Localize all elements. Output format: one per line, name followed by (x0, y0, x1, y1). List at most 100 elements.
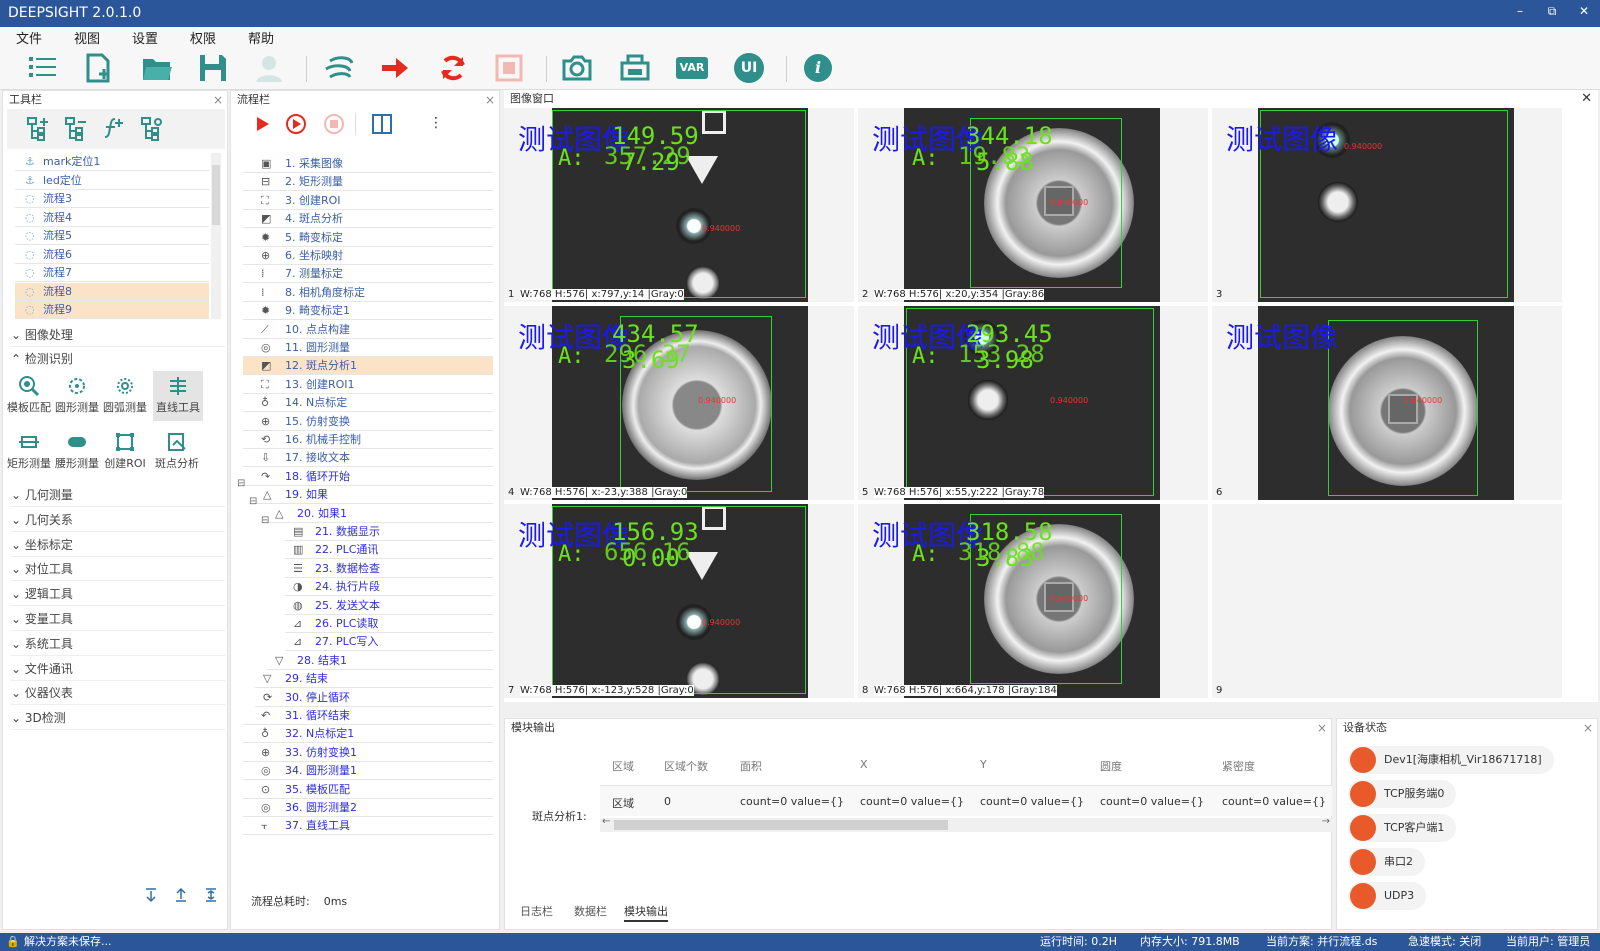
stop-icon[interactable] (492, 51, 526, 85)
flow-item[interactable]: ⁞ 7. 测量标定 (243, 265, 493, 284)
flow-item[interactable]: ↶ 31. 循环结束 (243, 707, 493, 725)
list-item[interactable]: ⚓ mark定位1 (15, 153, 209, 171)
section-item[interactable]: ⌄ 3D检测 (11, 706, 225, 731)
flow-item[interactable]: ⊙ 35. 模板匹配 (243, 780, 493, 799)
list-item[interactable]: ◌ 流程4 (15, 208, 209, 227)
flow-item[interactable]: ⇩ 17. 接收文本 (243, 449, 493, 468)
var-icon[interactable]: VAR (676, 57, 708, 79)
save-icon[interactable] (196, 51, 230, 85)
run-arrow-icon[interactable] (378, 51, 412, 85)
image-cell[interactable]: 0.940000 测试图像 6 (1212, 306, 1562, 500)
flow-item[interactable]: ☰ 23. 数据检查 (285, 559, 493, 578)
list-item[interactable]: ◌ 流程6 (15, 245, 209, 264)
flow-item[interactable]: ⟋ 10. 点点构建 (243, 320, 493, 339)
menu-file[interactable]: 文件 (16, 28, 42, 47)
flow-item[interactable]: ⟲ 16. 机械手控制 (243, 431, 493, 449)
flow-close-icon[interactable]: × (485, 91, 495, 109)
flow-item[interactable]: ◍ 25. 发送文本 (285, 596, 493, 615)
device-status-close-icon[interactable]: × (1583, 719, 1593, 737)
flow-item[interactable]: ◩ 12. 斑点分析1 (243, 357, 493, 376)
run-once-icon[interactable] (253, 115, 271, 133)
flow-item[interactable]: ⫟ 37. 直线工具 (243, 817, 493, 836)
tool-arc-measure[interactable]: 圆弧测量 (101, 371, 149, 421)
flow-item[interactable]: ⊟ 2. 矩形测量 (243, 173, 493, 192)
toolbox-close-icon[interactable]: × (213, 91, 223, 109)
user-icon[interactable] (252, 51, 286, 85)
section-image-processing[interactable]: ⌄ 图像处理 (11, 323, 225, 347)
move-down-icon[interactable] (143, 887, 159, 903)
settings-flow-icon[interactable] (139, 115, 165, 141)
collapse-icon[interactable]: ⊟ (237, 478, 245, 489)
tool-circle-measure[interactable]: 圆形测量 (53, 371, 101, 421)
column-header[interactable]: 面积 (740, 758, 762, 774)
section-item[interactable]: ⌄ 几何关系 (11, 508, 225, 532)
collapse-icon[interactable]: ⊟ (249, 496, 257, 507)
list-item[interactable]: ◌ 流程5 (15, 227, 209, 245)
device-item[interactable]: Dev1[海康相机_Vir18671718] (1348, 746, 1554, 774)
refresh-icon[interactable] (436, 51, 470, 85)
device-item[interactable]: UDP3 (1348, 882, 1427, 910)
close-button[interactable]: ✕ (1570, 4, 1598, 24)
column-header[interactable]: Y (980, 758, 987, 771)
flow-item[interactable]: ✹ 5. 畸变标定 (243, 228, 493, 247)
flow-item[interactable]: ▥ 22. PLC通讯 (285, 541, 493, 560)
image-cell[interactable]: 0.940000 测试图像 A: 318.58 318.88 3.83 W:768 H:57… (858, 504, 1208, 698)
column-header[interactable]: 紧密度 (1222, 758, 1255, 774)
list-item[interactable]: ◌ 流程7 (15, 264, 209, 282)
column-header[interactable]: 圆度 (1100, 758, 1122, 774)
flow-item[interactable]: ⊕ 33. 仿射变换1 (243, 743, 493, 762)
list-item[interactable]: ◌ 流程9 (15, 301, 209, 319)
open-folder-icon[interactable] (140, 51, 174, 85)
flow-item[interactable]: ♁ 32. N点标定1 (243, 725, 493, 744)
section-item[interactable]: ⌄ 对位工具 (11, 557, 225, 582)
flow-item[interactable]: ◩ 4. 斑点分析 (243, 210, 493, 229)
menu-permissions[interactable]: 权限 (190, 28, 216, 47)
new-file-icon[interactable] (82, 51, 116, 85)
tool-kidney-measure[interactable]: 腰形测量 (53, 427, 101, 477)
menu-view[interactable]: 视图 (74, 28, 100, 47)
section-item[interactable]: ⌄ 坐标标定 (11, 533, 225, 557)
image-cell[interactable]: 0.940000 测试图像 A: 434.57 296.37 3.69 W:768 H:57… (504, 306, 854, 500)
stop-flow-icon[interactable] (323, 113, 345, 135)
image-cell[interactable]: 9 (1212, 504, 1562, 698)
section-item[interactable]: ⌄ 逻辑工具 (11, 582, 225, 607)
table-h-scrollbar[interactable]: ← → (600, 816, 1332, 832)
section-detection[interactable]: ⌃ 检测识别 (11, 347, 225, 371)
more-options-icon[interactable]: ⋮ (429, 115, 443, 131)
flow-item[interactable]: ⊿ 26. PLC读取 (285, 615, 493, 633)
list-item[interactable]: ◌ 流程3 (15, 190, 209, 208)
image-window-close-icon[interactable]: ✕ (1581, 90, 1592, 108)
flow-item[interactable]: ⊕ 15. 仿射变换 (243, 412, 493, 431)
column-header[interactable]: X (860, 758, 868, 771)
image-cell[interactable]: 0.940000 测试图像 A: 156.93 656.16 0.00 W:768 H:57… (504, 504, 854, 698)
run-continuous-icon[interactable] (322, 51, 356, 85)
flow-item[interactable]: ⁞ 8. 相机角度标定 (243, 283, 493, 302)
image-cell[interactable]: 0.940000 测试图像 A: 149.59 357.29 7.29 W:768 H:57… (504, 108, 854, 302)
info-icon[interactable]: i (804, 54, 832, 82)
device-item[interactable]: TCP客户端1 (1348, 814, 1457, 842)
tool-create-roi[interactable]: 创建ROI (101, 427, 149, 477)
remove-flow-icon[interactable] (63, 115, 89, 141)
flow-item[interactable]: ◎ 11. 圆形测量 (243, 339, 493, 357)
tool-blob-analysis[interactable]: 斑点分析 (153, 427, 201, 477)
flow-item[interactable]: ⊿ 27. PLC写入 (285, 633, 493, 652)
move-up-icon[interactable] (173, 887, 189, 903)
list-item[interactable]: ◌ 流程8 (15, 282, 209, 301)
align-center-icon[interactable] (203, 887, 219, 903)
collapse-icon[interactable]: ⊟ (261, 515, 269, 526)
tab-module-output[interactable]: 模块输出 (624, 903, 668, 922)
tool-rect-measure[interactable]: 矩形测量 (5, 427, 53, 477)
menu-help[interactable]: 帮助 (248, 28, 274, 47)
flow-item[interactable]: ♁ 14. N点标定 (243, 394, 493, 413)
section-item[interactable]: ⌄ 系统工具 (11, 632, 225, 656)
list-icon[interactable] (26, 51, 60, 85)
printer-icon[interactable] (618, 51, 652, 85)
flow-item[interactable]: △ 20. 如果1 (267, 504, 493, 523)
flow-item[interactable]: ⊕ 6. 坐标映射 (243, 247, 493, 265)
menu-settings[interactable]: 设置 (132, 28, 158, 47)
list-item[interactable]: ⚓ led定位 (15, 171, 209, 190)
split-view-icon[interactable] (371, 113, 393, 135)
tool-line[interactable]: 直线工具 (153, 371, 203, 421)
column-header[interactable]: 区域 (612, 758, 634, 774)
section-item[interactable]: ⌄ 文件通讯 (11, 657, 225, 681)
